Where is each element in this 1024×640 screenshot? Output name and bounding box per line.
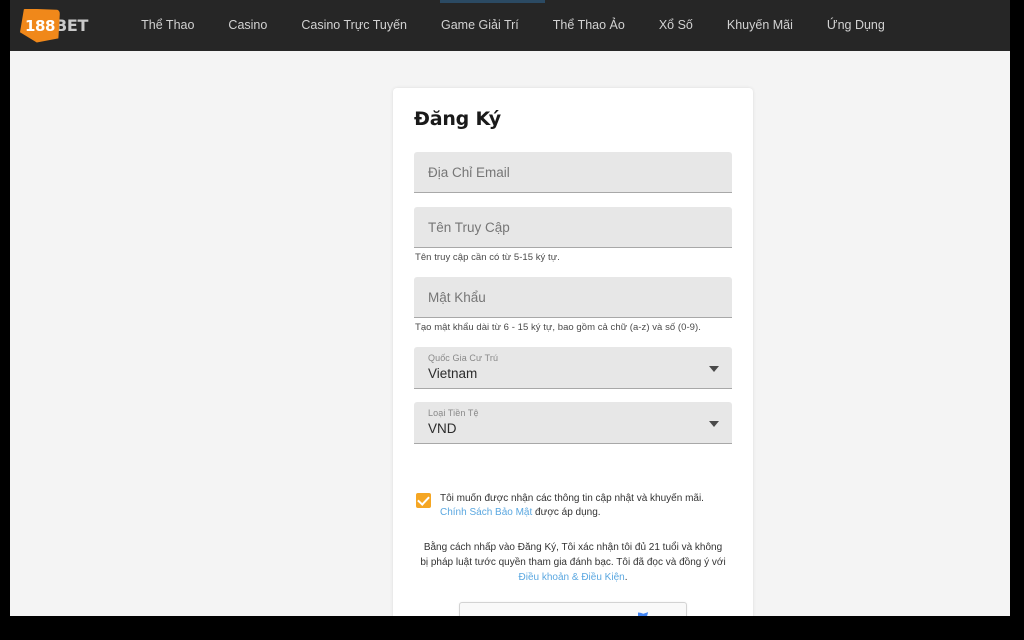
consent-text-before: Tôi muốn được nhận các thông tin cập nhậ…: [440, 493, 704, 504]
consent-row: Tôi muốn được nhận các thông tin cập nhậ…: [414, 492, 732, 520]
currency-select-group: Loại Tiền Tệ VND: [414, 402, 732, 444]
password-field-placeholder: Mật Khẩu: [428, 289, 486, 305]
country-select[interactable]: Quốc Gia Cư Trú Vietnam: [414, 347, 732, 389]
username-field-group: Tên Truy Cập Tên truy cập cần có từ 5-15…: [414, 207, 732, 263]
username-field-placeholder: Tên Truy Cập: [428, 219, 510, 235]
currency-select[interactable]: Loại Tiền Tệ VND: [414, 402, 732, 444]
terms-conditions-link[interactable]: Điều khoản & Điều Kiện: [519, 572, 625, 583]
brand-logo[interactable]: 188 BET: [20, 8, 89, 43]
chevron-down-icon[interactable]: [709, 420, 719, 427]
nav-item-the-thao-ao[interactable]: Thể Thao Ảo: [536, 0, 642, 51]
country-select-label: Quốc Gia Cư Trú: [428, 353, 499, 363]
country-select-value: Vietnam: [428, 366, 478, 381]
nav-item-game-giai-tri[interactable]: Game Giải Trí: [424, 0, 536, 51]
username-helper-text: Tên truy cập cần có từ 5-15 ký tự.: [415, 252, 560, 263]
logo-badge-text: 188: [24, 16, 56, 35]
terms-text-after: .: [624, 572, 628, 583]
top-accent-bar: [440, 0, 545, 3]
recaptcha-brand: reCAPTCHA Bảo mật - Điều khoản: [601, 609, 675, 616]
email-field-group: Địa Chỉ Email: [414, 152, 732, 193]
recaptcha-logo-icon: [638, 612, 649, 616]
nav-item-casino[interactable]: Casino: [211, 0, 284, 51]
username-field[interactable]: Tên Truy Cập: [414, 207, 732, 248]
nav-item-khuyen-mai[interactable]: Khuyến Mãi: [710, 0, 810, 51]
recaptcha-widget[interactable]: Tôi không phải là người máy reCAPTCHA Bả…: [459, 602, 687, 616]
password-helper-text: Tạo mật khẩu dài từ 6 - 15 ký tự, bao gồ…: [415, 322, 701, 333]
consent-text: Tôi muốn được nhận các thông tin cập nhậ…: [440, 492, 732, 520]
marketing-consent-checkbox[interactable]: [416, 493, 431, 508]
currency-select-label: Loại Tiền Tệ: [428, 408, 479, 418]
country-select-group: Quốc Gia Cư Trú Vietnam: [414, 347, 732, 389]
registration-card: Đăng Ký Địa Chỉ Email Tên Truy Cập Tên t…: [393, 88, 753, 616]
logo-badge-icon: 188: [20, 8, 60, 43]
privacy-policy-link[interactable]: Chính Sách Bảo Mật: [440, 507, 532, 518]
email-field[interactable]: Địa Chỉ Email: [414, 152, 732, 193]
logo-suffix-text: BET: [55, 16, 89, 35]
email-field-placeholder: Địa Chỉ Email: [428, 164, 510, 180]
page-title: Đăng Ký: [414, 108, 501, 130]
main-navigation: Thể Thao Casino Casino Trực Tuyến Game G…: [124, 0, 902, 51]
password-field-group: Mật Khẩu Tạo mật khẩu dài từ 6 - 15 ký t…: [414, 277, 732, 333]
nav-item-the-thao[interactable]: Thể Thao: [124, 0, 211, 51]
nav-item-casino-truc-tuyen[interactable]: Casino Trực Tuyến: [284, 0, 424, 51]
terms-text-before: Bằng cách nhấp vào Đăng Ký, Tôi xác nhận…: [420, 542, 726, 568]
site-header: 188 BET Thể Thao Casino Casino Trực Tuyế…: [10, 0, 1010, 51]
nav-item-xo-so[interactable]: Xổ Số: [642, 0, 710, 51]
nav-item-ung-dung[interactable]: Ứng Dụng: [810, 0, 902, 51]
password-field[interactable]: Mật Khẩu: [414, 277, 732, 318]
currency-select-value: VND: [428, 421, 457, 436]
consent-text-after: được áp dụng.: [532, 507, 601, 518]
page-body: Đăng Ký Địa Chỉ Email Tên Truy Cập Tên t…: [10, 51, 1010, 616]
terms-text: Bằng cách nhấp vào Đăng Ký, Tôi xác nhận…: [414, 540, 732, 585]
browser-viewport: 188 BET Thể Thao Casino Casino Trực Tuyế…: [10, 0, 1010, 616]
chevron-down-icon[interactable]: [709, 365, 719, 372]
